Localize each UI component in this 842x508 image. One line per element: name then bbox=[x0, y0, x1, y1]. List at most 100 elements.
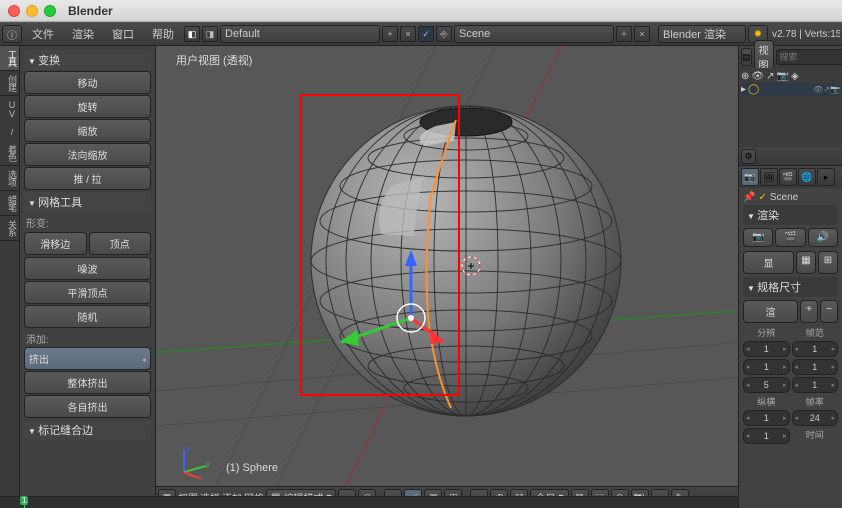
tab-shading-uv[interactable]: UV / 着色 bbox=[0, 96, 19, 166]
scene-browse-icon[interactable]: ✓ bbox=[418, 26, 434, 42]
layout-prev-icon[interactable]: ◧ bbox=[184, 26, 200, 42]
scene-remove-icon[interactable]: × bbox=[634, 26, 650, 42]
tab-grease-pencil[interactable]: 蜡笔 bbox=[0, 191, 19, 216]
tab-create[interactable]: 创建 bbox=[0, 71, 19, 96]
prop-tab-render[interactable]: 📷 bbox=[741, 168, 759, 186]
layout-label: Default bbox=[225, 28, 260, 40]
scene-dropdown[interactable]: Scene bbox=[454, 25, 614, 43]
outliner-search-input[interactable] bbox=[776, 49, 842, 65]
fps-field[interactable]: 24 bbox=[792, 410, 839, 426]
render-engine-dropdown[interactable]: Blender 渲染 bbox=[658, 25, 746, 43]
properties-body: 📌 ✓ Scene 渲染 📷 🎬 🔊 显 ▦ ⊞ 规格尺寸 渲 bbox=[739, 188, 842, 508]
layout-dropdown[interactable]: Default bbox=[220, 25, 380, 43]
res-y-field[interactable]: 1 bbox=[743, 359, 790, 375]
layout-remove-icon[interactable]: × bbox=[400, 26, 416, 42]
prop-tab-world[interactable]: 🌐 bbox=[798, 168, 816, 186]
aspect-x-field[interactable]: 1 bbox=[743, 410, 790, 426]
render-animation-button[interactable]: 🎬 bbox=[775, 228, 805, 247]
render-engine-label: Blender 渲染 bbox=[663, 26, 726, 42]
scene-icon: ✓ bbox=[758, 192, 766, 203]
outliner-header: ▤ 视图 bbox=[739, 46, 842, 68]
info-editor-icon[interactable]: ⓘ bbox=[2, 25, 22, 43]
menu-help[interactable]: 帮助 bbox=[144, 26, 182, 42]
render-preset-dropdown[interactable]: 渲 bbox=[743, 300, 798, 323]
outliner-editor-icon[interactable]: ▤ bbox=[741, 48, 752, 66]
outliner-tree[interactable]: ⊕👁↗📷◈ ▸◯👁↗📷 bbox=[739, 68, 842, 147]
scale-button[interactable]: 缩放 bbox=[24, 119, 151, 142]
layout-add-icon[interactable]: + bbox=[382, 26, 398, 42]
tab-options[interactable]: 选项 bbox=[0, 166, 19, 191]
display-opt1-icon[interactable]: ▦ bbox=[796, 251, 816, 274]
properties-header: 📷 🖼 🎬 🌐 ▸ bbox=[739, 166, 842, 188]
preset-add-icon[interactable]: + bbox=[800, 300, 818, 323]
extrude-all-button[interactable]: 整体挤出 bbox=[24, 371, 151, 394]
stats-text: v2.78 | Verts:15 bbox=[772, 29, 840, 40]
res-x-field[interactable]: 1 bbox=[743, 341, 790, 357]
minimize-window-icon[interactable] bbox=[26, 5, 38, 17]
frame-end-field[interactable]: 1 bbox=[792, 359, 839, 375]
properties-editor: 📷 🖼 🎬 🌐 ▸ 📌 ✓ Scene 渲染 📷 🎬 🔊 bbox=[739, 166, 842, 508]
res-percent-field[interactable]: 5 bbox=[743, 377, 790, 393]
add-label: 添加: bbox=[26, 331, 151, 346]
aspect-label: 纵横 bbox=[743, 395, 790, 408]
menu-window[interactable]: 窗口 bbox=[104, 26, 142, 42]
aspect-y-field[interactable]: 1 bbox=[743, 428, 790, 444]
frame-step-field[interactable]: 1 bbox=[792, 377, 839, 393]
prop-tab-scene[interactable]: 🎬 bbox=[779, 168, 797, 186]
transform-panel-header[interactable]: 变换 bbox=[24, 50, 151, 70]
render-audio-button[interactable]: 🔊 bbox=[808, 228, 838, 247]
prop-tab-render-layers[interactable]: 🖼 bbox=[760, 168, 778, 186]
rotate-button[interactable]: 旋转 bbox=[24, 95, 151, 118]
outliner-bottom-bar: ⚙ bbox=[739, 147, 842, 165]
3d-viewport[interactable]: 用户视图 (透视) bbox=[156, 46, 738, 508]
display-opt2-icon[interactable]: ⊞ bbox=[818, 251, 838, 274]
render-panel-header[interactable]: 渲染 bbox=[743, 205, 838, 225]
tab-tools[interactable]: 工具 bbox=[0, 46, 19, 71]
toolshelf-tabs: 工具 创建 UV / 着色 选项 蜡笔 关系 bbox=[0, 46, 20, 508]
sphere-object[interactable] bbox=[296, 86, 636, 426]
edge-slide-button[interactable]: 滑移边 bbox=[24, 232, 87, 255]
scene-link-icon[interactable]: ⎆ bbox=[436, 26, 452, 42]
frame-start-field[interactable]: 1 bbox=[792, 341, 839, 357]
tool-shelf: 工具 创建 UV / 着色 选项 蜡笔 关系 变换 移动 旋转 缩放 法向缩放 … bbox=[0, 46, 156, 508]
extrude-button[interactable]: 挤出 bbox=[24, 347, 151, 370]
svg-text:y: y bbox=[206, 459, 210, 468]
layout-next-icon[interactable]: ◨ bbox=[202, 26, 218, 42]
maximize-window-icon[interactable] bbox=[44, 5, 56, 17]
frame-range-label: 帧范 bbox=[792, 326, 839, 339]
tab-relations[interactable]: 关系 bbox=[0, 216, 19, 241]
scene-label: Scene bbox=[459, 28, 490, 40]
window-title: Blender bbox=[68, 4, 113, 18]
menu-render[interactable]: 渲染 bbox=[64, 26, 102, 42]
window-titlebar: Blender bbox=[0, 0, 842, 22]
timeline[interactable]: 1 bbox=[0, 496, 738, 508]
scene-add-icon[interactable]: + bbox=[616, 26, 632, 42]
pin-icon[interactable]: 📌 bbox=[743, 192, 755, 203]
normal-scale-button[interactable]: 法向缩放 bbox=[24, 143, 151, 166]
deform-label: 形变: bbox=[26, 215, 151, 230]
prop-tab-more[interactable]: ▸ bbox=[817, 168, 835, 186]
axis-gizmo: z y x bbox=[176, 444, 212, 480]
display-dropdown[interactable]: 显 bbox=[743, 251, 794, 274]
vertex-button[interactable]: 顶点 bbox=[89, 232, 152, 255]
filter-icon[interactable]: ⚙ bbox=[741, 149, 756, 164]
right-column: ▤ 视图 ⊕👁↗📷◈ ▸◯👁↗📷 ⚙ 📷 🖼 🎬 🌐 ▸ bbox=[738, 46, 842, 508]
preset-remove-icon[interactable]: − bbox=[820, 300, 838, 323]
extrude-individual-button[interactable]: 各自挤出 bbox=[24, 395, 151, 418]
dimensions-panel-header[interactable]: 规格尺寸 bbox=[743, 277, 838, 297]
render-image-button[interactable]: 📷 bbox=[743, 228, 773, 247]
smooth-vertex-button[interactable]: 平滑顶点 bbox=[24, 281, 151, 304]
resolution-label: 分辨 bbox=[743, 326, 790, 339]
menu-file[interactable]: 文件 bbox=[24, 26, 62, 42]
svg-text:x: x bbox=[198, 473, 202, 480]
top-menu-bar: ⓘ 文件 渲染 窗口 帮助 ◧ ◨ Default + × ✓ ⎆ Scene … bbox=[0, 22, 842, 46]
mesh-tools-panel-header[interactable]: 网格工具 bbox=[24, 192, 151, 212]
mark-seam-header[interactable]: 标记缝合边 bbox=[24, 420, 151, 440]
noise-button[interactable]: 噪波 bbox=[24, 257, 151, 280]
push-pull-button[interactable]: 推 / 拉 bbox=[24, 167, 151, 190]
translate-button[interactable]: 移动 bbox=[24, 71, 151, 94]
fps-label: 帧率 bbox=[792, 395, 839, 408]
randomize-button[interactable]: 随机 bbox=[24, 305, 151, 328]
close-window-icon[interactable] bbox=[8, 5, 20, 17]
outliner: ▤ 视图 ⊕👁↗📷◈ ▸◯👁↗📷 ⚙ bbox=[739, 46, 842, 166]
